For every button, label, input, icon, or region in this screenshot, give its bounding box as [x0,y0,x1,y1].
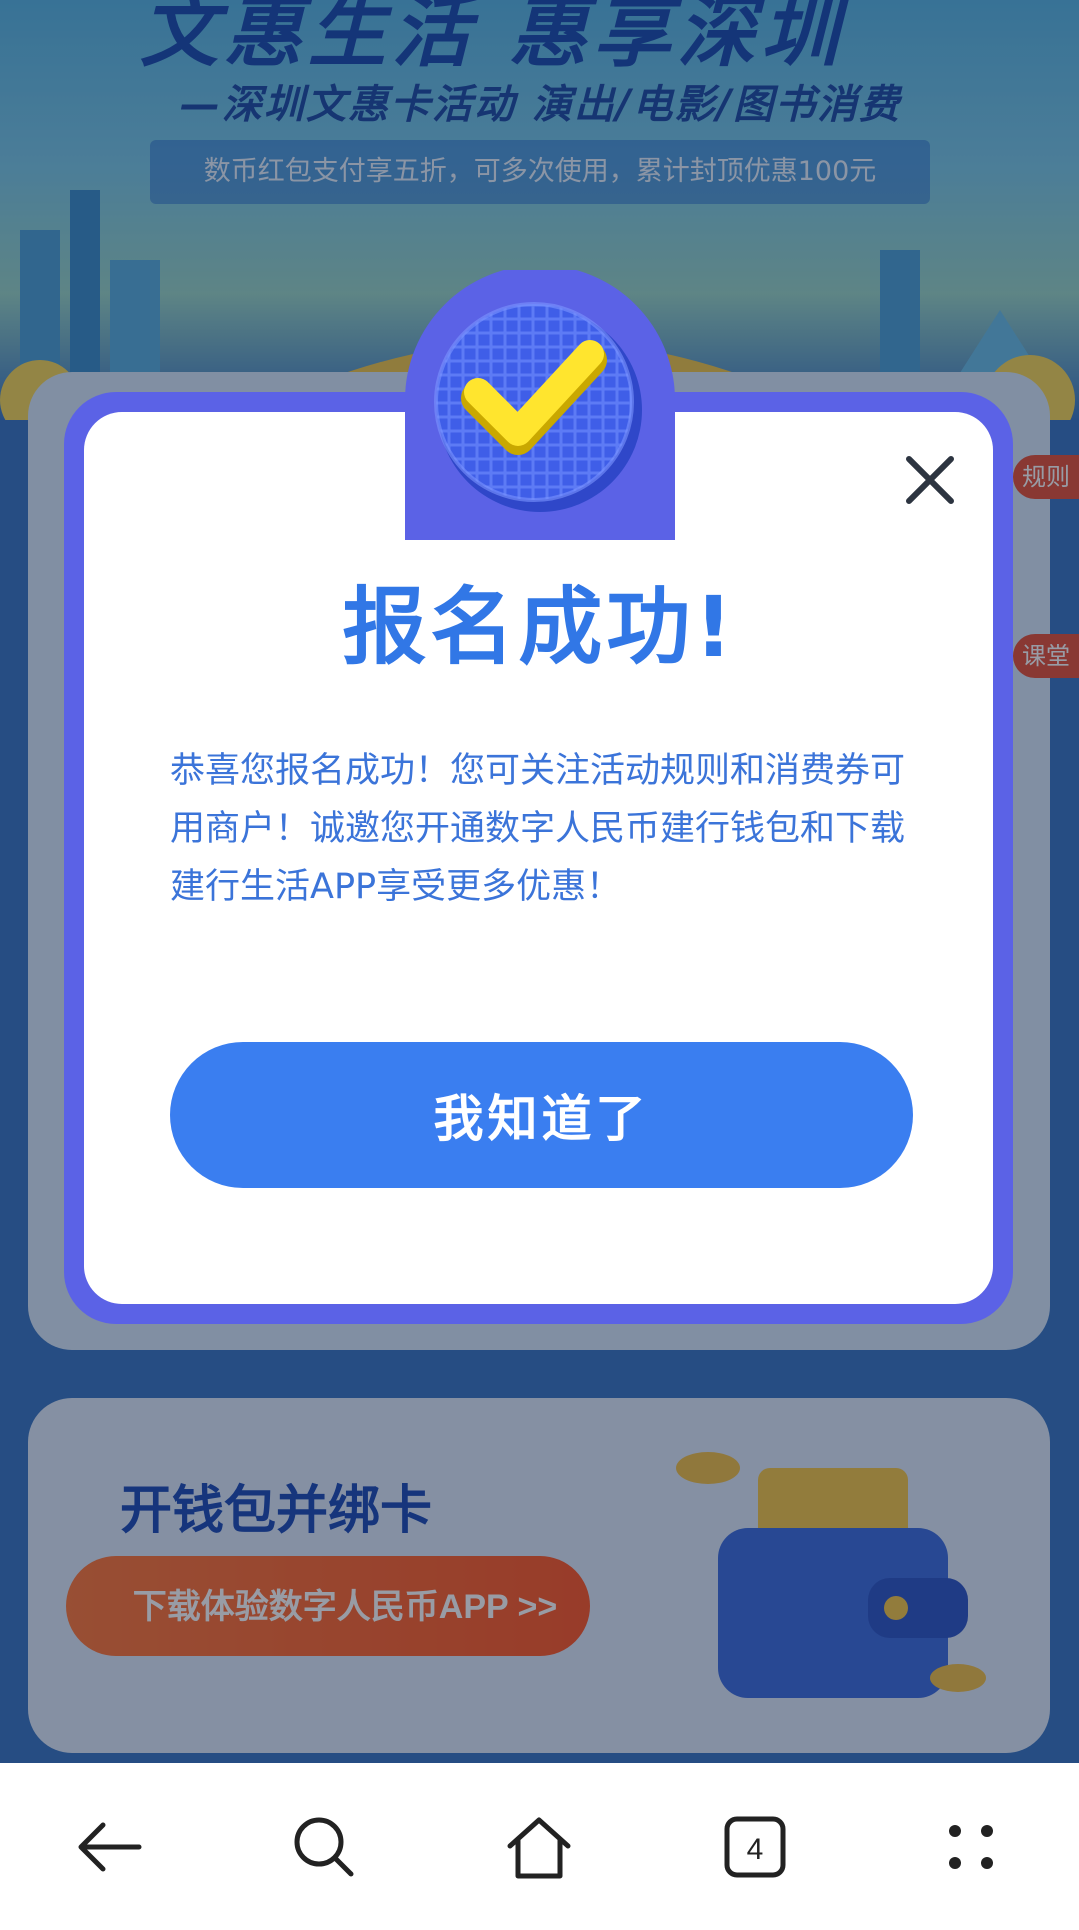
dialog-title: 报名成功! [342,578,737,676]
dialog-message: 恭喜您报名成功！您可关注活动规则和消费券可用商户！诚邀您开通数字人民币建行钱包和… [170,751,906,907]
acknowledge-button[interactable]: 我知道了 [170,1042,913,1188]
more-icon[interactable] [911,1787,1031,1907]
tab-count: 4 [747,1833,764,1866]
browser-bottom-bar: 4 [0,1763,1079,1930]
search-icon[interactable] [264,1787,384,1907]
home-icon[interactable] [479,1787,599,1907]
back-arrow-icon[interactable] [48,1787,168,1907]
close-icon[interactable] [895,445,965,515]
tabs-icon[interactable]: 4 [695,1787,815,1907]
checkmark-coin-icon [405,270,675,540]
